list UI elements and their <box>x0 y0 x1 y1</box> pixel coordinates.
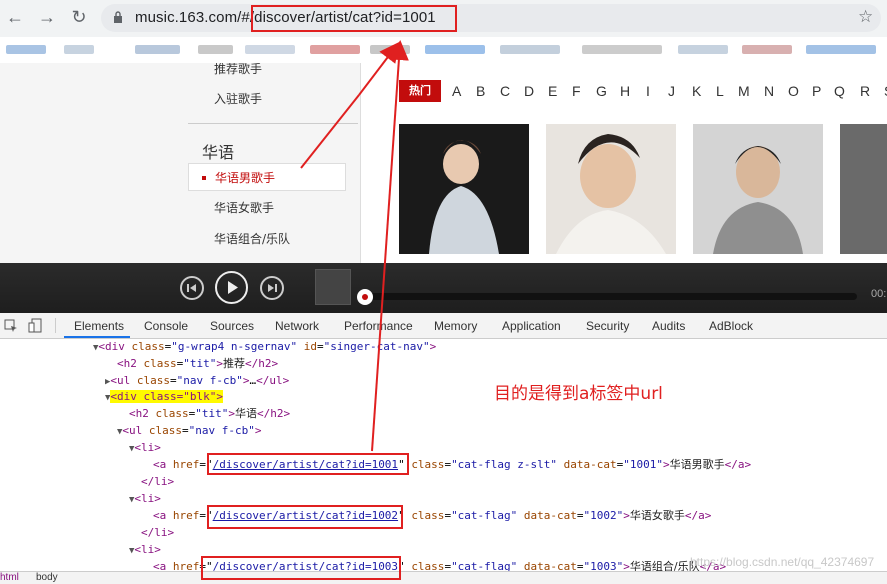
annotation-arrow <box>371 40 409 452</box>
annotation-arrow <box>300 94 360 169</box>
annotation-arrow <box>358 41 400 96</box>
watermark: https://blog.csdn.net/qq_42374697 <box>690 555 875 569</box>
annotation-arrows <box>300 40 409 452</box>
annotation-text: 目的是得到a标签中url <box>494 384 663 404</box>
